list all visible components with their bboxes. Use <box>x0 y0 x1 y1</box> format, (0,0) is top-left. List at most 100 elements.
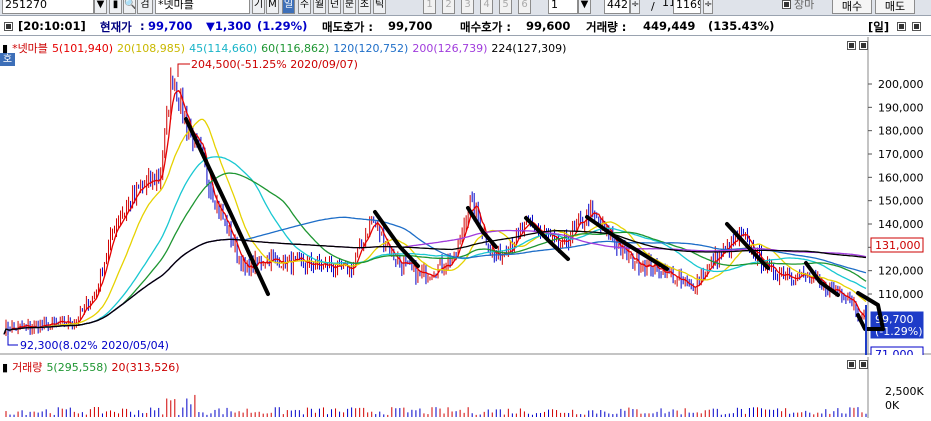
axis-label-low: 71,000 <box>870 346 924 362</box>
low-annotation: 92,300(8.02% 2020/05/04) <box>20 339 169 352</box>
ma20-line <box>3 118 867 335</box>
y-tick-label: 120,000 <box>878 265 924 278</box>
jangma-checkbox[interactable] <box>782 0 791 9</box>
count-field[interactable]: 442 <box>604 0 630 14</box>
y-tick-label: 200,000 <box>878 78 924 91</box>
volume-panel[interactable]: ▮ 거래량 5(295,558) 20(313,526) 2,500K 0K <box>0 357 931 418</box>
volume-bars <box>5 394 867 417</box>
y-tick-label: 140,000 <box>878 218 924 231</box>
interval-field[interactable]: 1 <box>548 0 578 14</box>
ask-price: 99,700 <box>388 19 433 33</box>
period-tag: [일] <box>868 20 890 34</box>
high-annotation-leader <box>177 63 190 77</box>
number-button-4[interactable]: 4 <box>480 0 493 14</box>
period-year-button[interactable]: 년 <box>328 0 341 14</box>
gi-button[interactable]: 기 <box>252 0 265 14</box>
volume-legend-icon: ▮ <box>2 361 9 374</box>
sell-button[interactable]: 매도 <box>875 0 915 14</box>
y-tick-label: 190,000 <box>878 101 924 114</box>
info-menu-icon[interactable] <box>4 22 13 31</box>
legend-ma45: 45(114,660) <box>189 42 258 55</box>
current-price: 99,700 <box>148 19 193 33</box>
volume-legend-label: 거래량 <box>12 361 43 374</box>
volume-panel-close-icon[interactable] <box>859 360 868 369</box>
bid-price: 99,600 <box>526 19 571 33</box>
panel-restore-icon[interactable] <box>847 41 856 50</box>
ma5-line <box>3 89 867 335</box>
volume-value: 449,449 <box>643 19 696 33</box>
side-tag[interactable]: 호 <box>0 53 15 66</box>
period-week-button[interactable]: 주 <box>298 0 311 14</box>
y-tick-label: 180,000 <box>878 125 924 138</box>
y-tick-label: 160,000 <box>878 171 924 184</box>
quote-time: [20:10:01] <box>18 19 86 33</box>
bid-label: 매수호가 : <box>460 20 511 34</box>
legend-ma20: 20(108,985) <box>117 42 186 55</box>
volume-legend: ▮ 거래량 5(295,558) 20(313,526) <box>2 359 184 375</box>
price-panel[interactable]: 200,000 190,000 180,000 170,000 160,000 150,0… <box>0 37 931 362</box>
price-legend: ▮ *넷마블 5(101,940) 20(108,985) 45(114,660) 60(… <box>2 40 570 56</box>
number-button-5[interactable]: 5 <box>499 0 512 14</box>
legend-stock-name: *넷마블 <box>12 42 48 55</box>
current-price-colon: : <box>140 19 145 33</box>
axis-label-high: 131,000 <box>870 237 924 253</box>
marker-stroke <box>184 117 270 296</box>
chart-type-button[interactable]: ▮ <box>109 0 122 14</box>
axis-label-low-text: 71,000 <box>875 348 914 355</box>
y-tick-label: 170,000 <box>878 148 924 161</box>
volume-tick-low: 0K <box>885 399 900 412</box>
search-icon[interactable]: 🔍 <box>123 0 136 14</box>
period-day-button[interactable]: 일 <box>282 0 295 14</box>
close-icon[interactable] <box>912 22 921 31</box>
high-annotation: 204,500(-51.25% 2020/09/07) <box>191 58 358 71</box>
ma60-line <box>3 172 867 335</box>
number-button-2[interactable]: 2 <box>442 0 455 14</box>
price-change: ▼1,300 <box>206 19 252 33</box>
stock-code-field[interactable]: 251270 <box>2 0 94 14</box>
legend-ma224: 224(127,309) <box>491 42 567 55</box>
quote-info-bar: [20:10:01] 현재가 : 99,700 ▼1,300 (1.29%) 매… <box>0 16 931 36</box>
axis-label-high-text: 131,000 <box>875 239 921 252</box>
period-second-button[interactable]: 초 <box>358 0 371 14</box>
volume-tick-high: 2,500K <box>885 385 924 398</box>
volume-panel-restore-icon[interactable] <box>847 360 856 369</box>
ma45-line <box>3 156 867 335</box>
marker-stroke <box>466 206 498 249</box>
search-button[interactable]: 검 <box>137 0 153 14</box>
volume-legend-ma5: 5(295,558) <box>46 361 108 374</box>
number-button-1[interactable]: 1 <box>423 0 436 14</box>
period-tick-button[interactable]: 틱 <box>373 0 386 14</box>
y-tick-label: 110,000 <box>878 288 924 301</box>
count-slash: / <box>651 0 655 13</box>
toolbar: 251270 ▼ ▮ 🔍 검 *넷마블 기 M 일 주 월 년 분 초 틱 1 … <box>0 0 931 16</box>
low-annotation-leader <box>7 336 18 346</box>
total-spinner[interactable]: ÷ <box>703 0 713 14</box>
price-chart-svg[interactable]: 200,000 190,000 180,000 170,000 160,000 150,0… <box>0 37 931 362</box>
legend-ma60: 60(116,862) <box>261 42 330 55</box>
m-button[interactable]: M <box>266 0 279 14</box>
code-dropdown-button[interactable]: ▼ <box>94 0 107 14</box>
period-minute-button[interactable]: 분 <box>343 0 356 14</box>
window-restore-icon[interactable] <box>897 22 906 31</box>
price-change-pct: (1.29%) <box>257 19 308 33</box>
legend-ma5: 5(101,940) <box>51 42 114 55</box>
number-button-3[interactable]: 3 <box>461 0 474 14</box>
ask-label: 매도호가 : <box>322 20 373 34</box>
interval-dropdown-button[interactable]: ▼ <box>578 0 591 14</box>
volume-pct: (135.43%) <box>708 19 775 33</box>
legend-ma200: 200(126,739) <box>412 42 488 55</box>
volume-label: 거래량 : <box>586 20 627 34</box>
marker-stroke <box>373 210 420 268</box>
period-month-button[interactable]: 월 <box>313 0 326 14</box>
legend-ma120: 120(120,752) <box>333 42 409 55</box>
stock-name-field[interactable]: *넷마블 <box>155 0 250 14</box>
stock-chart[interactable]: 200,000 190,000 180,000 170,000 160,000 150,0… <box>0 37 931 418</box>
total-count-field[interactable]: 1169 <box>673 0 701 14</box>
count-spinner[interactable]: ÷ <box>630 0 640 14</box>
volume-legend-ma20: 20(313,526) <box>111 361 180 374</box>
panel-close-icon[interactable] <box>859 41 868 50</box>
buy-button[interactable]: 매수 <box>832 0 872 14</box>
y-tick-label: 150,000 <box>878 195 924 208</box>
number-button-6[interactable]: 6 <box>518 0 531 14</box>
current-price-label: 현재가 <box>100 20 132 34</box>
